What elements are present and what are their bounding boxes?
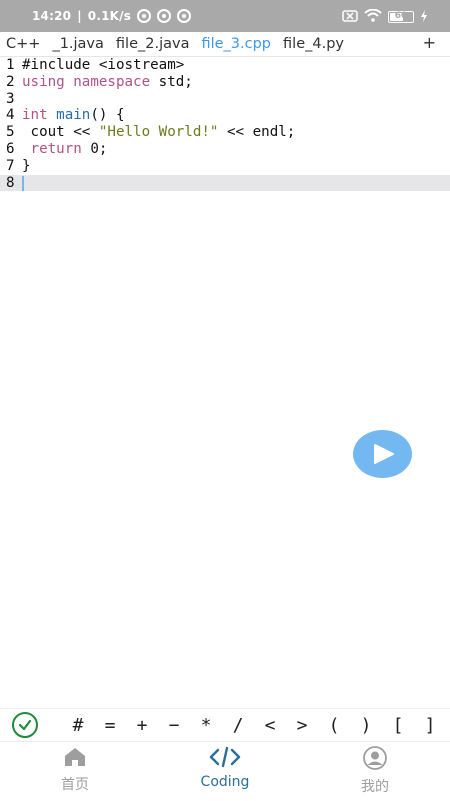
string-literal: "Hello World!" xyxy=(98,124,219,141)
app-notification-icon xyxy=(157,9,172,23)
nav-profile-label: 我的 xyxy=(361,779,389,795)
code-line: 4 int main() { xyxy=(0,107,450,124)
nav-home[interactable]: 首页 xyxy=(15,746,135,794)
wifi-icon xyxy=(364,8,382,25)
tab-cpp[interactable]: C++ xyxy=(0,36,46,52)
symbol-key-minus[interactable]: − xyxy=(158,715,190,736)
line-number: 4 xyxy=(6,107,15,124)
code-line: 5 cout << "Hello World!" << endl; xyxy=(0,124,450,141)
line-text: return 0; xyxy=(22,140,108,158)
nav-home-label: 首页 xyxy=(61,777,89,793)
battery-level: 60 xyxy=(394,11,408,21)
line-text: cout << "Hello World!" << endl; xyxy=(22,124,296,141)
battery-icon: 60 xyxy=(388,11,414,23)
nav-profile[interactable]: 我的 xyxy=(315,746,435,796)
symbol-key-plus[interactable]: + xyxy=(126,715,158,736)
charging-icon xyxy=(420,9,428,25)
app-notification-icon-2 xyxy=(177,9,192,23)
symbol-key-less-than[interactable]: < xyxy=(254,715,286,736)
symbol-key-open-paren[interactable]: ( xyxy=(318,715,350,736)
code-icon xyxy=(209,746,241,768)
status-net-speed: 0.1K/s xyxy=(87,9,132,23)
status-bar: 14:20 | 0.1K/s 60 xyxy=(0,0,450,32)
lightning-notification-icon xyxy=(137,9,152,23)
line-text: using namespace std; xyxy=(22,74,193,91)
bottom-navigation: 首页 Coding 我的 xyxy=(0,741,450,801)
line-number: 6 xyxy=(6,140,15,157)
tab-file-3-cpp[interactable]: file_3.cpp xyxy=(195,36,277,52)
symbol-key-equals[interactable]: = xyxy=(94,715,126,736)
symbol-key-asterisk[interactable]: * xyxy=(190,715,222,736)
keyword-int: int xyxy=(22,107,48,124)
code-line: 7 } xyxy=(0,158,450,175)
code-editor[interactable]: 1 #include <iostream> 2 using namespace … xyxy=(0,57,450,657)
code-line: 2 using namespace std; xyxy=(0,74,450,91)
cout-statement: cout << xyxy=(22,124,99,141)
line-number: 1 xyxy=(6,57,15,73)
keyword-return: return xyxy=(22,140,82,157)
play-icon xyxy=(374,444,394,464)
add-tab-button[interactable]: + xyxy=(423,33,436,52)
tab-1-java[interactable]: _1.java xyxy=(46,36,109,52)
line-number: 5 xyxy=(6,124,15,141)
line-text: } xyxy=(22,158,31,175)
keyword-using: using xyxy=(22,73,65,90)
symbol-key-open-bracket[interactable]: [ xyxy=(382,715,414,736)
line-number: 8 xyxy=(6,174,15,191)
symbol-key-slash[interactable]: / xyxy=(222,715,254,736)
line-number: 7 xyxy=(6,157,15,174)
symbol-key-close-bracket[interactable]: ] xyxy=(414,715,446,736)
status-right: 60 xyxy=(342,8,428,25)
code-line: 6 return 0; xyxy=(0,141,450,158)
line-number: 2 xyxy=(6,73,15,90)
nav-coding-label: Coding xyxy=(200,774,250,790)
status-divider: | xyxy=(77,9,82,23)
check-icon[interactable] xyxy=(12,712,38,738)
status-left: 14:20 | 0.1K/s xyxy=(32,9,192,23)
line-text: #include <iostream> xyxy=(22,57,184,74)
profile-icon xyxy=(363,746,387,770)
tab-file-4-py[interactable]: file_4.py xyxy=(277,36,350,52)
status-time: 14:20 xyxy=(32,9,72,23)
home-icon xyxy=(65,748,85,766)
file-tab-bar: C++ _1.java file_2.java file_3.cpp file_… xyxy=(0,32,450,57)
line-text: int main() { xyxy=(22,107,125,124)
code-line: 1 #include <iostream> xyxy=(0,57,450,74)
symbol-bar: # = + − * / < > ( ) [ ] { xyxy=(0,708,450,741)
symbol-key-hash[interactable]: # xyxy=(62,715,94,736)
function-name: main xyxy=(56,107,91,124)
symbol-keys: # = + − * / < > ( ) [ ] { xyxy=(62,709,450,741)
function-signature-rest: () { xyxy=(90,107,125,124)
symbol-key-close-paren[interactable]: ) xyxy=(350,715,382,736)
sim-off-icon xyxy=(342,9,358,25)
run-button[interactable] xyxy=(353,430,412,478)
namespace-name: std; xyxy=(150,73,193,90)
line-number: 3 xyxy=(6,90,15,107)
endl-statement: << endl; xyxy=(218,124,296,141)
symbol-key-greater-than[interactable]: > xyxy=(286,715,318,736)
symbol-key-open-brace[interactable]: { xyxy=(446,715,450,736)
closing-brace: } xyxy=(22,157,31,174)
nav-coding[interactable]: Coding xyxy=(165,746,285,790)
return-value: 0; xyxy=(81,140,108,157)
current-code-line[interactable]: 8 xyxy=(0,174,450,192)
preprocessor-directive: #include <iostream> xyxy=(22,57,185,73)
keyword-namespace: namespace xyxy=(73,73,151,90)
text-cursor xyxy=(22,175,24,191)
tab-file-2-java[interactable]: file_2.java xyxy=(110,36,196,52)
code-line: 3 xyxy=(0,91,450,108)
